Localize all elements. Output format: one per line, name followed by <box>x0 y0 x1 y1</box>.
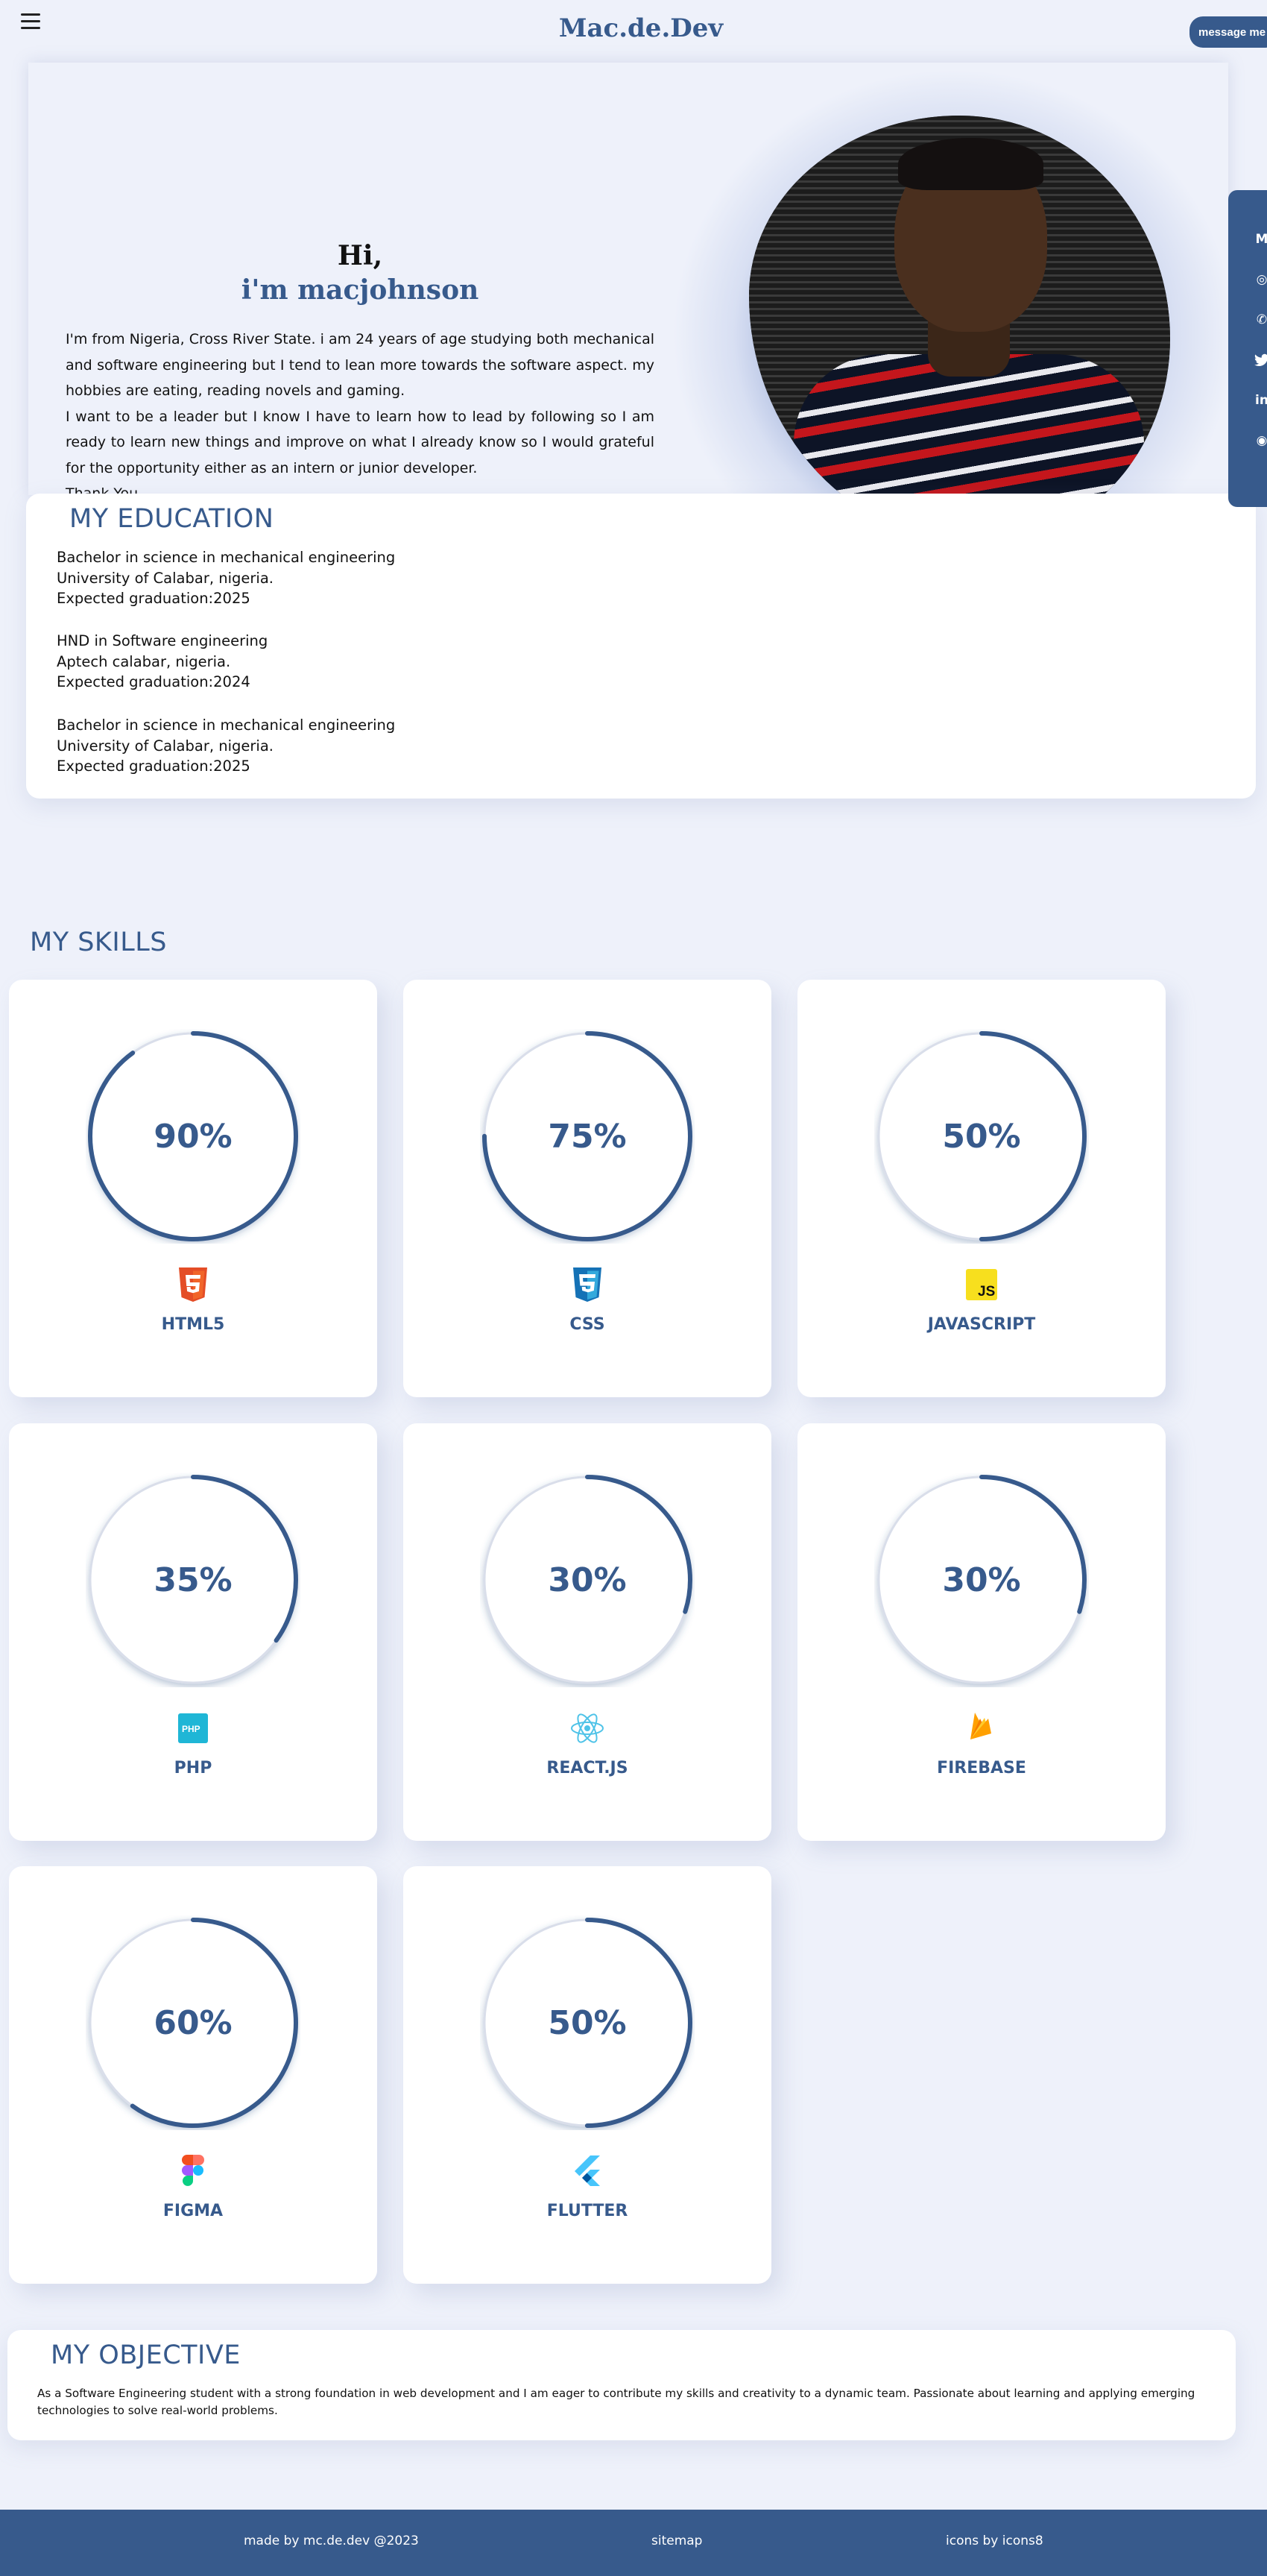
brand-logo[interactable]: Mac.de.Dev <box>0 13 1267 43</box>
skill-percent: 50% <box>548 2003 627 2042</box>
social-links-sidebar: M ◎ ✆ in ◉ <box>1228 190 1267 507</box>
profile-photo <box>749 116 1170 544</box>
skill-progress-ring: 90% <box>86 1029 300 1244</box>
education-entry: Bachelor in science in mechanical engine… <box>57 715 395 777</box>
gmail-icon[interactable]: M <box>1254 231 1267 248</box>
svg-text:JS: JS <box>978 1284 995 1300</box>
javascript-icon: JS <box>963 1266 1000 1303</box>
github-icon[interactable]: ◉ <box>1254 432 1267 449</box>
skill-progress-ring: 50% <box>874 1029 1089 1244</box>
react-icon <box>569 1710 606 1747</box>
skill-name: JAVASCRIPT <box>927 1315 1036 1334</box>
footer-sitemap-link[interactable]: sitemap <box>651 2534 702 2548</box>
message-me-button[interactable]: message me <box>1189 16 1267 48</box>
objective-title: MY OBJECTIVE <box>51 2340 241 2370</box>
skill-name: HTML5 <box>161 1315 225 1334</box>
skill-card-reactjs: 30% REACT.JS <box>403 1423 771 1841</box>
skill-name: FIREBASE <box>937 1759 1026 1777</box>
greeting-name: i'm macjohnson <box>241 274 479 306</box>
flutter-icon <box>569 2153 606 2190</box>
skill-card-flutter: 50% FLUTTER <box>403 1866 771 2284</box>
education-entry: Bachelor in science in mechanical engine… <box>57 547 395 609</box>
objective-text: As a Software Engineering student with a… <box>37 2387 1195 2417</box>
footer-icons-credit[interactable]: icons by icons8 <box>946 2534 1043 2548</box>
skill-card-html5: 90% HTML5 <box>9 980 377 1397</box>
education-school: Aptech calabar, nigeria. <box>57 652 231 670</box>
twitter-icon[interactable] <box>1254 352 1267 368</box>
bio-text: I'm from Nigeria, Cross River State. i a… <box>66 327 654 507</box>
education-school: University of Calabar, nigeria. <box>57 569 274 587</box>
php-icon: PHP <box>174 1710 212 1747</box>
skill-name: REACT.JS <box>546 1759 628 1777</box>
bio-paragraph: I want to be a leader but I know I have … <box>66 408 654 476</box>
education-graduation: Expected graduation:2025 <box>57 758 250 775</box>
linkedin-icon[interactable]: in <box>1254 392 1267 409</box>
footer-credit: made by mc.de.dev @2023 <box>244 2534 419 2548</box>
css3-icon <box>569 1266 606 1303</box>
skills-title: MY SKILLS <box>30 928 167 957</box>
education-degree: Bachelor in science in mechanical engine… <box>57 717 396 734</box>
skill-progress-ring: 30% <box>480 1473 695 1687</box>
skill-card-php: 35% PHP PHP <box>9 1423 377 1841</box>
skill-progress-ring: 30% <box>874 1473 1089 1687</box>
education-graduation: Expected graduation:2025 <box>57 590 250 607</box>
greeting-hi: Hi, <box>337 240 383 271</box>
skill-percent: 30% <box>942 1561 1021 1599</box>
skill-progress-ring: 60% <box>86 1915 300 2130</box>
education-section: MY EDUCATION Bachelor in science in mech… <box>26 494 1256 799</box>
skill-percent: 30% <box>548 1561 627 1599</box>
skill-percent: 60% <box>154 2003 233 2042</box>
site-header: Mac.de.Dev message me <box>0 0 1267 60</box>
svg-text:PHP: PHP <box>182 1724 200 1734</box>
skill-card-javascript: 50% JS JAVASCRIPT <box>797 980 1166 1397</box>
figma-icon <box>174 2153 212 2190</box>
skill-percent: 75% <box>548 1117 627 1156</box>
objective-section: MY OBJECTIVE As a Software Engineering s… <box>7 2330 1236 2440</box>
education-graduation: Expected graduation:2024 <box>57 673 250 690</box>
skill-progress-ring: 75% <box>480 1029 695 1244</box>
skill-card-firebase: 30% FIREBASE <box>797 1423 1166 1841</box>
skill-card-css: 75% CSS <box>403 980 771 1397</box>
skill-card-figma: 60% FIGMA <box>9 1866 377 2284</box>
skill-name: FIGMA <box>162 2202 224 2220</box>
skill-progress-ring: 50% <box>480 1915 695 2130</box>
html5-icon <box>174 1266 212 1303</box>
skill-percent: 35% <box>154 1561 233 1599</box>
skill-name: CSS <box>569 1315 605 1334</box>
education-title: MY EDUCATION <box>69 504 274 534</box>
site-footer: made by mc.de.dev @2023 sitemap icons by… <box>0 2510 1267 2576</box>
skill-percent: 90% <box>154 1117 233 1156</box>
skill-progress-ring: 35% <box>86 1473 300 1687</box>
education-degree: Bachelor in science in mechanical engine… <box>57 549 396 566</box>
bio-paragraph: I'm from Nigeria, Cross River State. i a… <box>66 331 654 399</box>
skill-name: PHP <box>174 1759 212 1777</box>
skill-percent: 50% <box>942 1117 1021 1156</box>
education-degree: HND in Software engineering <box>57 632 268 649</box>
whatsapp-icon[interactable]: ✆ <box>1254 312 1267 328</box>
instagram-icon[interactable]: ◎ <box>1254 271 1267 288</box>
skill-name: FLUTTER <box>546 2202 628 2220</box>
education-school: University of Calabar, nigeria. <box>57 737 274 755</box>
education-entry: HND in Software engineering Aptech calab… <box>57 631 268 693</box>
firebase-icon <box>963 1710 1000 1747</box>
